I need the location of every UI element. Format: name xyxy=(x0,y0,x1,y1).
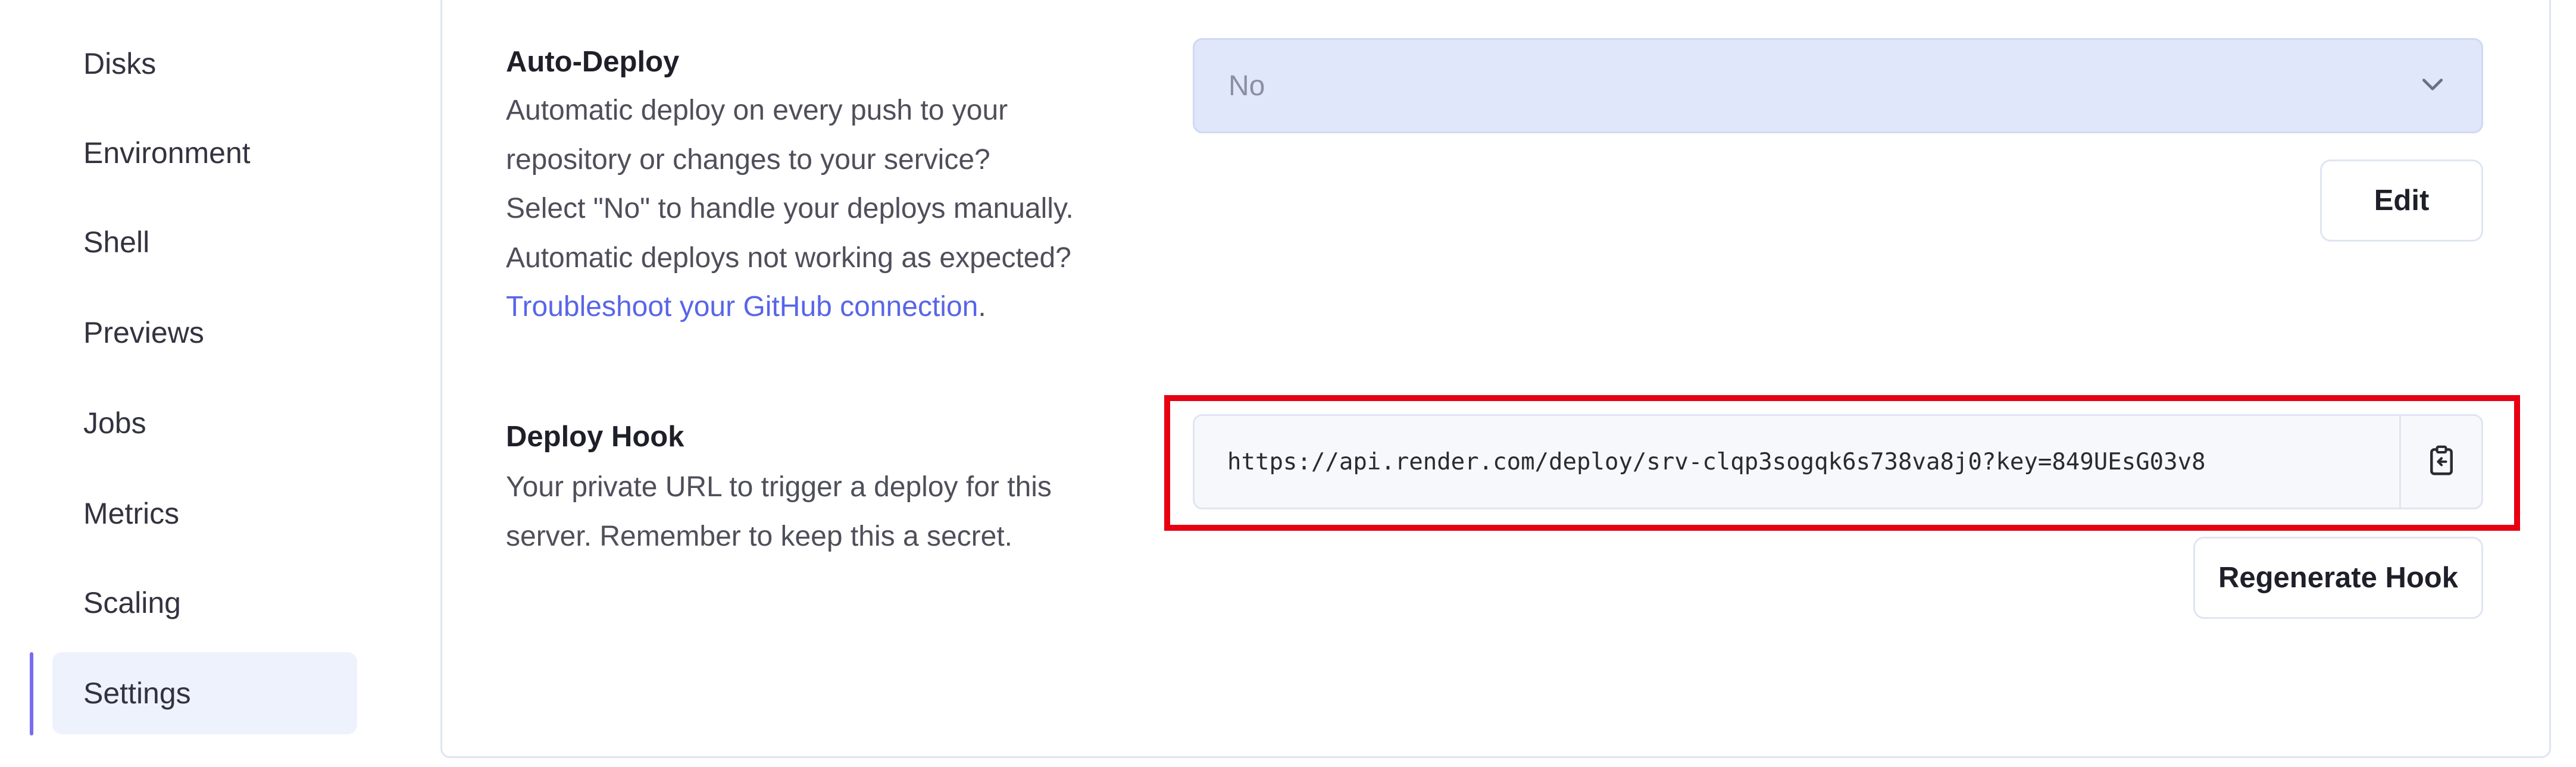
sidebar-item-label: Metrics xyxy=(83,497,180,530)
sidebar-nav: Disks Environment Shell Previews Jobs Me… xyxy=(0,0,417,767)
active-indicator xyxy=(30,652,33,735)
description-line: Select "No" to handle your deploys manua… xyxy=(506,193,1074,224)
clipboard-copy-icon xyxy=(2428,445,2455,479)
sidebar-item-label: Jobs xyxy=(83,406,146,440)
description-line: Automatic deploy on every push to your xyxy=(506,95,1008,126)
auto-deploy-title: Auto-Deploy xyxy=(506,46,680,78)
sidebar-item-label: Environment xyxy=(83,136,251,170)
sidebar-item-jobs[interactable]: Jobs xyxy=(52,382,357,464)
description-line: repository or changes to your service? xyxy=(506,143,990,176)
deploy-hook-url[interactable]: https://api.render.com/deploy/srv-clqp3s… xyxy=(1195,449,2399,475)
sidebar-item-label: Shell xyxy=(83,226,150,259)
description-line: server. Remember to keep this a secret. xyxy=(506,520,1013,552)
sidebar-item-disks[interactable]: Disks xyxy=(52,23,357,105)
description-line: Automatic deploys not working as expecte… xyxy=(506,242,1071,274)
regenerate-hook-button[interactable]: Regenerate Hook xyxy=(2193,537,2483,619)
troubleshoot-line: Troubleshoot your GitHub connection. xyxy=(506,283,1137,332)
chevron-down-icon xyxy=(2419,71,2446,101)
sidebar-item-shell[interactable]: Shell xyxy=(52,201,357,283)
description-line: Your private URL to trigger a deploy for… xyxy=(506,471,1052,503)
deploy-hook-title: Deploy Hook xyxy=(506,421,684,453)
auto-deploy-select[interactable]: No xyxy=(1193,38,2483,133)
sidebar-item-label: Scaling xyxy=(83,586,181,619)
link-suffix: . xyxy=(978,291,986,323)
sidebar-item-settings[interactable]: Settings xyxy=(52,652,357,734)
sidebar-item-metrics[interactable]: Metrics xyxy=(52,472,357,555)
auto-deploy-description: Automatic deploy on every push to your r… xyxy=(506,86,1137,332)
sidebar-item-label: Previews xyxy=(83,316,204,349)
sidebar-item-environment[interactable]: Environment xyxy=(52,112,357,194)
deploy-hook-description: Your private URL to trigger a deploy for… xyxy=(506,463,1137,561)
sidebar-item-label: Settings xyxy=(83,677,191,710)
edit-button[interactable]: Edit xyxy=(2320,159,2483,242)
settings-page: Disks Environment Shell Previews Jobs Me… xyxy=(0,0,2576,767)
copy-button[interactable] xyxy=(2399,416,2481,508)
troubleshoot-github-link[interactable]: Troubleshoot your GitHub connection xyxy=(506,291,978,323)
auto-deploy-select-value: No xyxy=(1228,70,1265,102)
sidebar-item-label: Disks xyxy=(83,47,157,80)
sidebar-item-scaling[interactable]: Scaling xyxy=(52,562,357,644)
sidebar-item-previews[interactable]: Previews xyxy=(52,292,357,374)
deploy-hook-url-field[interactable]: https://api.render.com/deploy/srv-clqp3s… xyxy=(1193,414,2483,509)
